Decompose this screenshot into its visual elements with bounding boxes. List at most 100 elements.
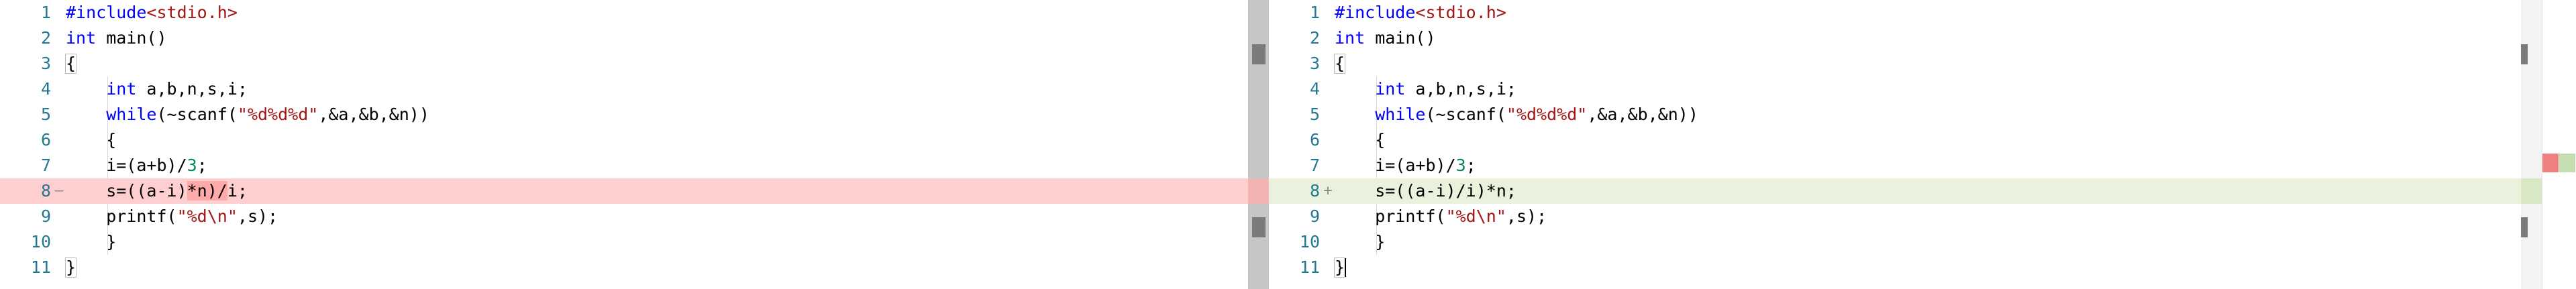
token-keyword: int — [106, 79, 137, 99]
code-line[interactable]: 4 int a,b,n,s,i; — [1269, 76, 2521, 102]
token-directive: #include — [66, 3, 147, 22]
scrollbar-thumb-lower — [1252, 217, 1266, 237]
code-line[interactable]: 1 #include<stdio.h> — [1269, 0, 2521, 25]
removed-marker-icon: — — [54, 182, 64, 199]
modified-editor-pane[interactable]: 1 #include<stdio.h> 2 int main() 3 { 4 i… — [1269, 0, 2521, 289]
bracket-match-highlight — [65, 54, 76, 74]
token-text: printf( — [66, 207, 177, 226]
line-number: 4 — [1309, 79, 1320, 99]
token-header: <stdio.h> — [1415, 3, 1506, 22]
code-line[interactable]: 7 i=(a+b)/3; — [1269, 153, 2521, 178]
line-number: 7 — [1309, 156, 1320, 175]
deleted-line[interactable]: 8 — s=((a-i)*n)/i; — [0, 178, 1248, 204]
line-text: #include<stdio.h> — [66, 0, 1248, 25]
token-keyword: int — [1335, 28, 1366, 48]
token-text: main() — [1365, 28, 1436, 48]
code-line[interactable]: 7 i=(a+b)/3; — [0, 153, 1248, 178]
text-cursor — [1345, 258, 1346, 277]
added-marker-icon: + — [1323, 182, 1333, 199]
diff-overview-ruler[interactable] — [2542, 0, 2576, 289]
token-text: (~scanf( — [156, 105, 238, 124]
original-editor-pane[interactable]: 1 #include<stdio.h> 2 int main() 3 { 4 i… — [0, 0, 1248, 289]
line-number: 9 — [40, 207, 51, 226]
token-text: { — [66, 130, 117, 150]
line-text: { — [66, 127, 1248, 153]
scrollbar-change-marker — [2521, 178, 2542, 204]
token-text: ,s); — [237, 207, 278, 226]
line-number: 10 — [30, 232, 51, 251]
line-text: i=(a+b)/3; — [1335, 153, 2521, 178]
token-text: ; — [237, 181, 248, 200]
line-number: 8 — [1309, 181, 1320, 200]
token-text: ,&a,&b,&n)) — [1587, 105, 1698, 124]
token-keyword: while — [1375, 105, 1426, 124]
line-text: int main() — [1335, 25, 2521, 51]
overview-removed-marker — [2542, 154, 2559, 172]
code-line[interactable]: 6 { — [1269, 127, 2521, 153]
code-line[interactable]: 2 int main() — [0, 25, 1248, 51]
removed-text-highlight: *n)/ — [187, 181, 227, 200]
code-line[interactable]: 3 { — [0, 51, 1248, 76]
token-text: a,b,n,s,i; — [1405, 79, 1516, 99]
token-string: "%d%d%d" — [1506, 105, 1588, 124]
token-keyword: int — [1375, 79, 1406, 99]
code-line[interactable]: 9 printf("%d\n",s); — [0, 204, 1248, 229]
code-line[interactable]: 2 int main() — [1269, 25, 2521, 51]
code-line[interactable]: 4 int a,b,n,s,i; — [0, 76, 1248, 102]
token-directive: #include — [1335, 3, 1416, 22]
token-text: printf( — [1335, 207, 1446, 226]
line-text: s=((a-i)/i)*n; — [1335, 178, 2521, 204]
line-text: { — [1335, 51, 2521, 76]
line-text: printf("%d\n",s); — [66, 204, 1248, 229]
code-line[interactable]: 3 { — [1269, 51, 2521, 76]
token-text: s=((a-i) — [66, 181, 187, 200]
line-text: } — [66, 229, 1248, 255]
line-number: 1 — [1309, 3, 1320, 22]
token-number: 3 — [187, 156, 197, 175]
line-text: #include<stdio.h> — [1335, 0, 2521, 25]
token-keyword: while — [106, 105, 157, 124]
line-text: printf("%d\n",s); — [1335, 204, 2521, 229]
modified-scrollbar[interactable] — [2521, 0, 2542, 289]
line-number: 3 — [1309, 54, 1320, 73]
token-number: 3 — [1455, 156, 1466, 175]
line-text: { — [1335, 127, 2521, 153]
line-number: 5 — [1309, 105, 1320, 124]
token-text: ,&a,&b,&n)) — [318, 105, 429, 124]
token-text: } — [1335, 232, 1386, 251]
token-header: <stdio.h> — [146, 3, 238, 22]
line-number: 4 — [40, 79, 51, 99]
code-line[interactable]: 10 } — [1269, 229, 2521, 255]
line-text: } — [1335, 229, 2521, 255]
token-text: i — [227, 181, 238, 200]
token-keyword: int — [66, 28, 97, 48]
scrollbar-thumb[interactable] — [2521, 44, 2528, 64]
line-number: 2 — [1309, 28, 1320, 48]
token-text: a,b,n,s,i; — [136, 79, 248, 99]
line-text: int main() — [66, 25, 1248, 51]
scrollbar-thumb[interactable] — [1252, 44, 1266, 64]
scrollbar-change-marker — [1248, 178, 1269, 204]
code-line[interactable]: 11 } — [0, 255, 1248, 280]
code-line[interactable]: 10 } — [0, 229, 1248, 255]
line-number: 8 — [40, 181, 51, 200]
code-line[interactable]: 5 while(~scanf("%d%d%d",&a,&b,&n)) — [1269, 102, 2521, 127]
inserted-line[interactable]: 8 + s=((a-i)/i)*n; — [1269, 178, 2521, 204]
code-line[interactable]: 6 { — [0, 127, 1248, 153]
code-line[interactable]: 1 #include<stdio.h> — [0, 0, 1248, 25]
code-line[interactable]: 5 while(~scanf("%d%d%d",&a,&b,&n)) — [0, 102, 1248, 127]
line-number: 5 — [40, 105, 51, 124]
line-number: 6 — [40, 130, 51, 150]
token-string: "%d\n" — [176, 207, 238, 226]
token-text: i=(a+b)/ — [1335, 156, 1456, 175]
line-text: } — [1335, 255, 2521, 280]
scrollbar-thumb-lower — [2521, 217, 2528, 237]
token-text: { — [1335, 130, 1386, 150]
code-line[interactable]: 9 printf("%d\n",s); — [1269, 204, 2521, 229]
line-number: 11 — [30, 257, 51, 277]
original-scrollbar[interactable] — [1248, 0, 1269, 289]
diff-editor: 1 #include<stdio.h> 2 int main() 3 { 4 i… — [0, 0, 2576, 289]
code-line[interactable]: 11 } — [1269, 255, 2521, 280]
